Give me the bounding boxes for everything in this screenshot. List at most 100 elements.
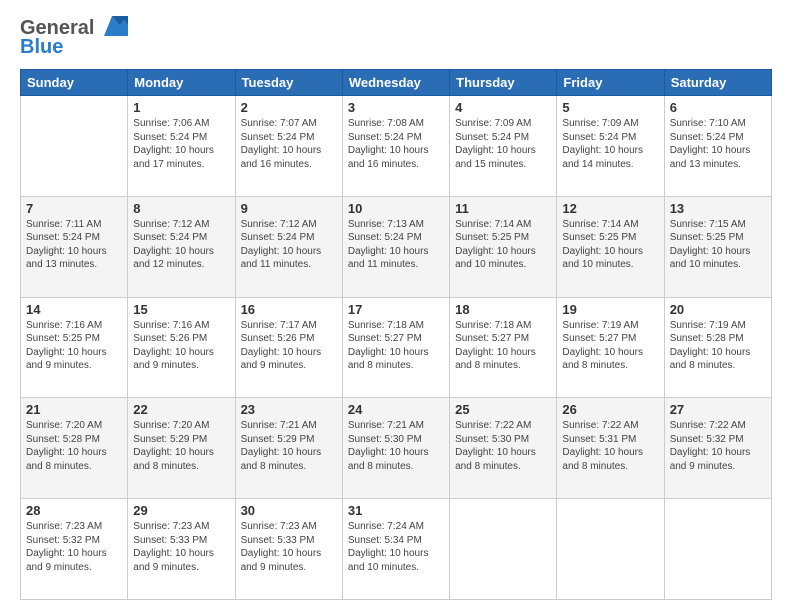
day-number: 24 bbox=[348, 402, 444, 417]
day-info: Sunrise: 7:21 AMSunset: 5:30 PMDaylight:… bbox=[348, 419, 444, 473]
day-info: Sunrise: 7:19 AMSunset: 5:28 PMDaylight:… bbox=[670, 319, 766, 373]
column-header-thursday: Thursday bbox=[450, 70, 557, 96]
day-number: 23 bbox=[241, 402, 337, 417]
calendar-week-row: 21 Sunrise: 7:20 AMSunset: 5:28 PMDayligh… bbox=[21, 398, 772, 499]
column-header-friday: Friday bbox=[557, 70, 664, 96]
day-number: 7 bbox=[26, 201, 122, 216]
day-info: Sunrise: 7:10 AMSunset: 5:24 PMDaylight:… bbox=[670, 117, 766, 171]
column-header-monday: Monday bbox=[128, 70, 235, 96]
day-number: 6 bbox=[670, 100, 766, 115]
day-info: Sunrise: 7:09 AMSunset: 5:24 PMDaylight:… bbox=[455, 117, 551, 171]
calendar-cell: 24 Sunrise: 7:21 AMSunset: 5:30 PMDayligh… bbox=[342, 398, 449, 499]
day-info: Sunrise: 7:21 AMSunset: 5:29 PMDaylight:… bbox=[241, 419, 337, 473]
day-number: 12 bbox=[562, 201, 658, 216]
day-number: 16 bbox=[241, 302, 337, 317]
calendar-cell: 25 Sunrise: 7:22 AMSunset: 5:30 PMDayligh… bbox=[450, 398, 557, 499]
day-info: Sunrise: 7:19 AMSunset: 5:27 PMDaylight:… bbox=[562, 319, 658, 373]
calendar-cell: 5 Sunrise: 7:09 AMSunset: 5:24 PMDaylight… bbox=[557, 96, 664, 197]
header: General Blue bbox=[20, 16, 772, 59]
day-number: 11 bbox=[455, 201, 551, 216]
day-number: 29 bbox=[133, 503, 229, 518]
calendar-cell: 21 Sunrise: 7:20 AMSunset: 5:28 PMDayligh… bbox=[21, 398, 128, 499]
day-info: Sunrise: 7:23 AMSunset: 5:32 PMDaylight:… bbox=[26, 520, 122, 574]
day-info: Sunrise: 7:18 AMSunset: 5:27 PMDaylight:… bbox=[455, 319, 551, 373]
day-info: Sunrise: 7:18 AMSunset: 5:27 PMDaylight:… bbox=[348, 319, 444, 373]
day-info: Sunrise: 7:09 AMSunset: 5:24 PMDaylight:… bbox=[562, 117, 658, 171]
calendar-cell: 30 Sunrise: 7:23 AMSunset: 5:33 PMDayligh… bbox=[235, 499, 342, 600]
day-number: 8 bbox=[133, 201, 229, 216]
day-info: Sunrise: 7:12 AMSunset: 5:24 PMDaylight:… bbox=[241, 218, 337, 272]
calendar-cell: 22 Sunrise: 7:20 AMSunset: 5:29 PMDayligh… bbox=[128, 398, 235, 499]
calendar-cell: 2 Sunrise: 7:07 AMSunset: 5:24 PMDaylight… bbox=[235, 96, 342, 197]
day-number: 25 bbox=[455, 402, 551, 417]
day-number: 3 bbox=[348, 100, 444, 115]
calendar-cell bbox=[664, 499, 771, 600]
day-info: Sunrise: 7:16 AMSunset: 5:26 PMDaylight:… bbox=[133, 319, 229, 373]
day-number: 5 bbox=[562, 100, 658, 115]
calendar-cell: 6 Sunrise: 7:10 AMSunset: 5:24 PMDaylight… bbox=[664, 96, 771, 197]
calendar-cell: 14 Sunrise: 7:16 AMSunset: 5:25 PMDayligh… bbox=[21, 297, 128, 398]
column-header-sunday: Sunday bbox=[21, 70, 128, 96]
day-number: 30 bbox=[241, 503, 337, 518]
day-info: Sunrise: 7:22 AMSunset: 5:30 PMDaylight:… bbox=[455, 419, 551, 473]
day-info: Sunrise: 7:22 AMSunset: 5:32 PMDaylight:… bbox=[670, 419, 766, 473]
day-info: Sunrise: 7:06 AMSunset: 5:24 PMDaylight:… bbox=[133, 117, 229, 171]
calendar-cell: 27Sunrise: 7:22 AMSunset: 5:32 PMDayligh… bbox=[664, 398, 771, 499]
calendar-cell: 23 Sunrise: 7:21 AMSunset: 5:29 PMDayligh… bbox=[235, 398, 342, 499]
logo-icon bbox=[96, 12, 128, 40]
calendar-cell: 19 Sunrise: 7:19 AMSunset: 5:27 PMDayligh… bbox=[557, 297, 664, 398]
calendar-cell bbox=[557, 499, 664, 600]
day-info: Sunrise: 7:07 AMSunset: 5:24 PMDaylight:… bbox=[241, 117, 337, 171]
day-info: Sunrise: 7:24 AMSunset: 5:34 PMDaylight:… bbox=[348, 520, 444, 574]
calendar-cell: 9Sunrise: 7:12 AMSunset: 5:24 PMDaylight… bbox=[235, 196, 342, 297]
day-number: 4 bbox=[455, 100, 551, 115]
day-number: 31 bbox=[348, 503, 444, 518]
calendar-cell: 7 Sunrise: 7:11 AMSunset: 5:24 PMDaylight… bbox=[21, 196, 128, 297]
day-info: Sunrise: 7:14 AMSunset: 5:25 PMDaylight:… bbox=[562, 218, 658, 272]
calendar-week-row: 7 Sunrise: 7:11 AMSunset: 5:24 PMDaylight… bbox=[21, 196, 772, 297]
day-info: Sunrise: 7:15 AMSunset: 5:25 PMDaylight:… bbox=[670, 218, 766, 272]
calendar-cell: 8 Sunrise: 7:12 AMSunset: 5:24 PMDaylight… bbox=[128, 196, 235, 297]
day-info: Sunrise: 7:08 AMSunset: 5:24 PMDaylight:… bbox=[348, 117, 444, 171]
day-number: 26 bbox=[562, 402, 658, 417]
day-number: 21 bbox=[26, 402, 122, 417]
day-info: Sunrise: 7:20 AMSunset: 5:29 PMDaylight:… bbox=[133, 419, 229, 473]
column-header-wednesday: Wednesday bbox=[342, 70, 449, 96]
day-info: Sunrise: 7:23 AMSunset: 5:33 PMDaylight:… bbox=[241, 520, 337, 574]
calendar-cell: 28 Sunrise: 7:23 AMSunset: 5:32 PMDayligh… bbox=[21, 499, 128, 600]
day-info: Sunrise: 7:12 AMSunset: 5:24 PMDaylight:… bbox=[133, 218, 229, 272]
day-number: 14 bbox=[26, 302, 122, 317]
calendar-cell: 4 Sunrise: 7:09 AMSunset: 5:24 PMDaylight… bbox=[450, 96, 557, 197]
day-number: 18 bbox=[455, 302, 551, 317]
calendar-header-row: SundayMondayTuesdayWednesdayThursdayFrid… bbox=[21, 70, 772, 96]
logo: General Blue bbox=[20, 16, 128, 59]
day-number: 28 bbox=[26, 503, 122, 518]
day-number: 2 bbox=[241, 100, 337, 115]
calendar-cell: 17 Sunrise: 7:18 AMSunset: 5:27 PMDayligh… bbox=[342, 297, 449, 398]
day-number: 19 bbox=[562, 302, 658, 317]
day-number: 22 bbox=[133, 402, 229, 417]
day-number: 13 bbox=[670, 201, 766, 216]
calendar-week-row: 1 Sunrise: 7:06 AMSunset: 5:24 PMDaylight… bbox=[21, 96, 772, 197]
calendar-cell: 1 Sunrise: 7:06 AMSunset: 5:24 PMDaylight… bbox=[128, 96, 235, 197]
day-info: Sunrise: 7:13 AMSunset: 5:24 PMDaylight:… bbox=[348, 218, 444, 272]
calendar-week-row: 14 Sunrise: 7:16 AMSunset: 5:25 PMDayligh… bbox=[21, 297, 772, 398]
day-number: 1 bbox=[133, 100, 229, 115]
calendar-cell: 11Sunrise: 7:14 AMSunset: 5:25 PMDayligh… bbox=[450, 196, 557, 297]
day-info: Sunrise: 7:20 AMSunset: 5:28 PMDaylight:… bbox=[26, 419, 122, 473]
calendar-cell: 12 Sunrise: 7:14 AMSunset: 5:25 PMDayligh… bbox=[557, 196, 664, 297]
day-info: Sunrise: 7:17 AMSunset: 5:26 PMDaylight:… bbox=[241, 319, 337, 373]
day-info: Sunrise: 7:11 AMSunset: 5:24 PMDaylight:… bbox=[26, 218, 122, 272]
calendar-cell bbox=[21, 96, 128, 197]
calendar-cell: 16 Sunrise: 7:17 AMSunset: 5:26 PMDayligh… bbox=[235, 297, 342, 398]
day-number: 10 bbox=[348, 201, 444, 216]
calendar-cell: 20Sunrise: 7:19 AMSunset: 5:28 PMDayligh… bbox=[664, 297, 771, 398]
day-info: Sunrise: 7:16 AMSunset: 5:25 PMDaylight:… bbox=[26, 319, 122, 373]
calendar-cell: 3 Sunrise: 7:08 AMSunset: 5:24 PMDaylight… bbox=[342, 96, 449, 197]
calendar-cell: 10 Sunrise: 7:13 AMSunset: 5:24 PMDayligh… bbox=[342, 196, 449, 297]
calendar-week-row: 28 Sunrise: 7:23 AMSunset: 5:32 PMDayligh… bbox=[21, 499, 772, 600]
column-header-saturday: Saturday bbox=[664, 70, 771, 96]
day-number: 17 bbox=[348, 302, 444, 317]
calendar-cell: 29Sunrise: 7:23 AMSunset: 5:33 PMDayligh… bbox=[128, 499, 235, 600]
calendar-table: SundayMondayTuesdayWednesdayThursdayFrid… bbox=[20, 69, 772, 600]
